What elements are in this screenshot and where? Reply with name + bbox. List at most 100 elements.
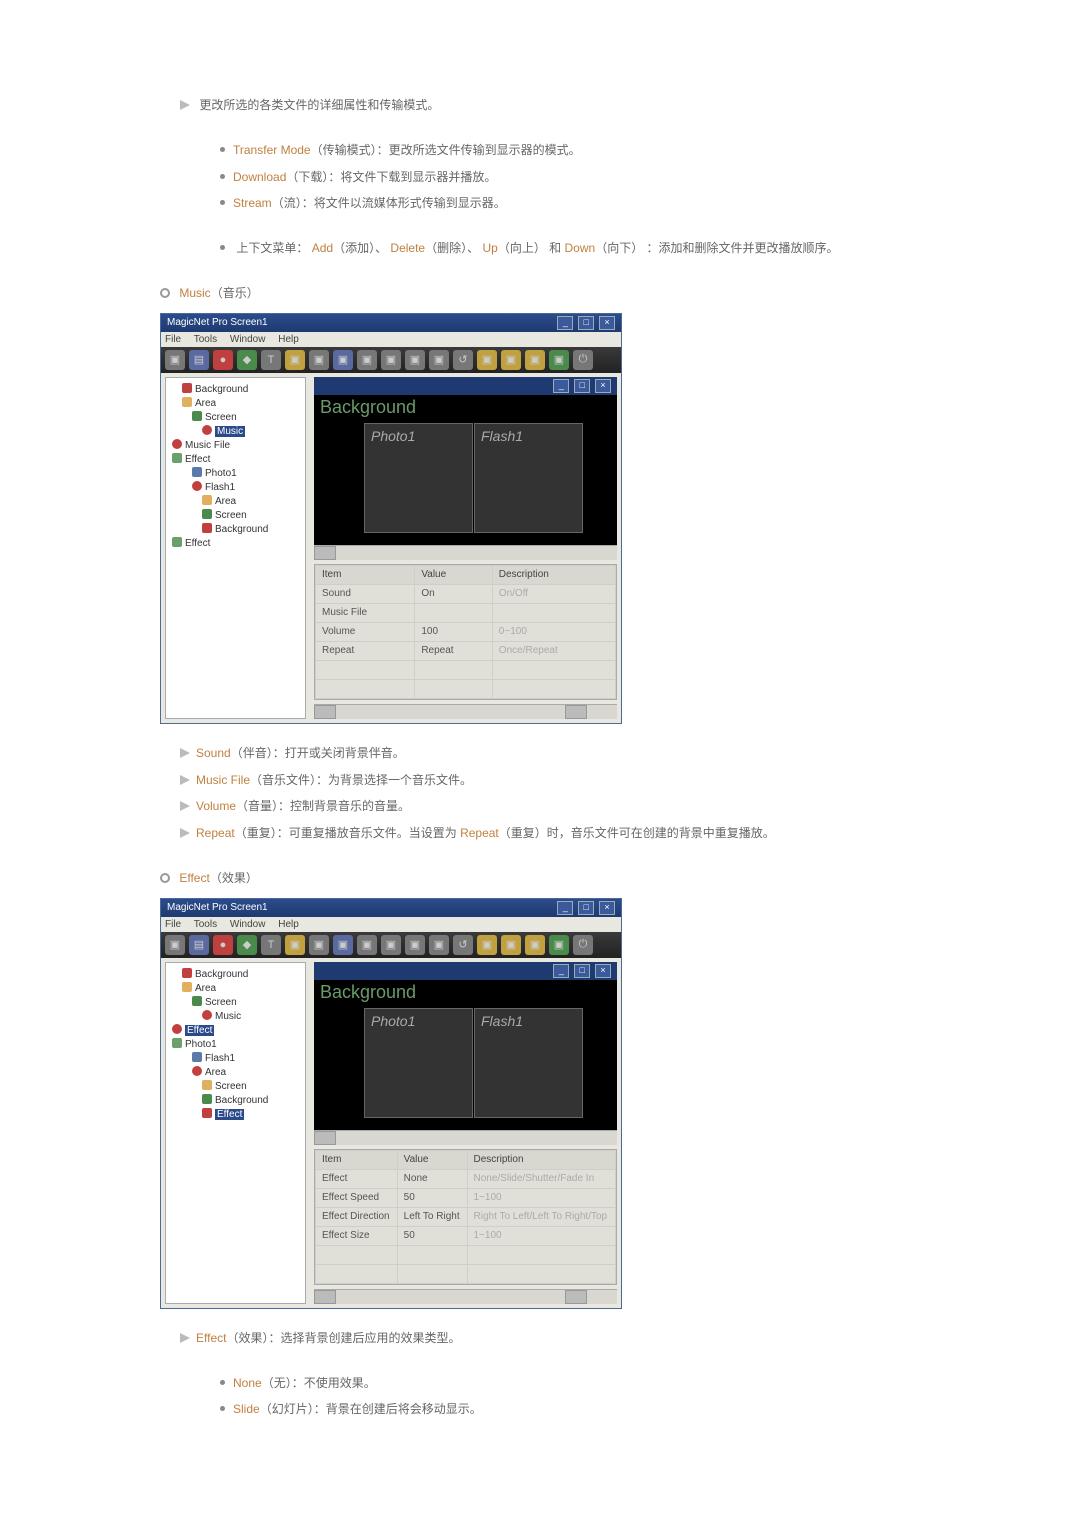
photo-card[interactable]: Photo1 [364,423,473,533]
tb-icon[interactable]: ▤ [189,350,209,370]
inner-max-button[interactable]: □ [574,379,590,393]
tree-node[interactable]: Area [178,981,303,995]
tree-node[interactable]: Background [198,522,303,536]
tree-node[interactable]: Background [178,967,303,981]
h-scrollbar[interactable] [314,1130,617,1145]
tb-icon[interactable]: ▣ [165,935,185,955]
tb-icon[interactable]: ▣ [501,935,521,955]
grid-row[interactable]: Effect Size501~100 [316,1226,616,1245]
tree-node[interactable]: Photo1 [168,1037,303,1051]
close-button[interactable]: × [599,901,615,915]
tb-icon[interactable]: ▣ [381,350,401,370]
inner-min-button[interactable]: _ [553,964,569,978]
photo-card[interactable]: Photo1 [364,1008,473,1118]
menu-help[interactable]: Help [278,334,299,345]
grid-cell[interactable]: None [397,1169,467,1188]
tb-icon[interactable]: ▣ [333,935,353,955]
canvas-area[interactable]: Background Photo1 Flash1 [314,980,617,1130]
tb-icon[interactable]: ▣ [477,935,497,955]
tree-panel[interactable]: BackgroundAreaScreenMusicEffectPhoto1Fla… [165,962,306,1304]
tb-icon[interactable]: ↺ [453,350,473,370]
grid-row[interactable]: EffectNoneNone/Slide/Shutter/Fade In [316,1169,616,1188]
tb-icon[interactable]: ▤ [189,935,209,955]
tree-node[interactable]: Photo1 [188,466,303,480]
tb-icon[interactable]: ▣ [477,350,497,370]
tb-icon[interactable]: ▣ [501,350,521,370]
tree-node[interactable]: Area [178,396,303,410]
grid-cell[interactable]: Left To Right [397,1207,467,1226]
grid-cell[interactable]: 50 [397,1188,467,1207]
grid-cell[interactable] [415,603,492,622]
tree-node[interactable]: Music [198,424,303,438]
grid-row[interactable]: Effect DirectionLeft To RightRight To Le… [316,1207,616,1226]
menu-file[interactable]: File [165,919,181,930]
tb-icon[interactable]: ▣ [333,350,353,370]
inner-max-button[interactable]: □ [574,964,590,978]
grid-cell[interactable]: Repeat [415,641,492,660]
tb-icon[interactable]: ▣ [357,350,377,370]
grid-scrollbar[interactable] [314,704,617,719]
tree-node[interactable]: Effect [168,1023,303,1037]
inner-close-button[interactable]: × [595,379,611,393]
tree-node[interactable]: Screen [198,1079,303,1093]
tb-icon[interactable]: ▣ [357,935,377,955]
grid-cell[interactable]: 50 [397,1226,467,1245]
tb-icon[interactable]: ▣ [285,350,305,370]
tb-icon[interactable]: ▣ [525,350,545,370]
tb-icon[interactable]: ● [213,935,233,955]
grid-row[interactable]: Volume1000~100 [316,622,616,641]
tree-node[interactable]: Music File [168,438,303,452]
tb-icon[interactable]: ▣ [405,935,425,955]
tb-icon[interactable]: ▣ [429,350,449,370]
tb-icon[interactable]: ● [213,350,233,370]
inner-close-button[interactable]: × [595,964,611,978]
tb-icon[interactable]: ▣ [309,935,329,955]
h-scrollbar[interactable] [314,545,617,560]
tb-icon[interactable]: ▣ [429,935,449,955]
tb-icon[interactable]: ▣ [549,350,569,370]
menu-window[interactable]: Window [230,919,266,930]
tb-icon[interactable]: ▣ [405,350,425,370]
tree-node[interactable]: Music [198,1009,303,1023]
flash-card[interactable]: Flash1 [474,1008,583,1118]
tree-node[interactable]: Screen [188,410,303,424]
maximize-button[interactable]: □ [578,901,594,915]
tb-icon[interactable]: ▣ [525,935,545,955]
tree-node[interactable]: Area [188,1065,303,1079]
property-grid[interactable]: ItemValueDescriptionEffectNoneNone/Slide… [314,1149,617,1285]
tb-icon[interactable]: ↺ [453,935,473,955]
minimize-button[interactable]: _ [557,901,573,915]
menu-help[interactable]: Help [278,919,299,930]
grid-row[interactable]: Effect Speed501~100 [316,1188,616,1207]
tb-icon[interactable]: ▣ [285,935,305,955]
grid-cell[interactable]: 100 [415,622,492,641]
tree-node[interactable]: Flash1 [188,480,303,494]
tb-icon[interactable]: ▣ [549,935,569,955]
tree-node[interactable]: Effect [198,1107,303,1121]
flash-card[interactable]: Flash1 [474,423,583,533]
tree-node[interactable]: Background [198,1093,303,1107]
tree-panel[interactable]: BackgroundAreaScreenMusicMusic FileEffec… [165,377,306,719]
menu-tools[interactable]: Tools [194,334,217,345]
tree-node[interactable]: Background [178,382,303,396]
canvas-area[interactable]: Background Photo1 Flash1 [314,395,617,545]
tb-power-icon[interactable]: ⏻ [573,350,593,370]
tb-text-icon[interactable]: T [261,935,281,955]
tb-icon[interactable]: ▣ [309,350,329,370]
close-button[interactable]: × [599,316,615,330]
tb-icon[interactable]: ▣ [381,935,401,955]
tree-node[interactable]: Flash1 [188,1051,303,1065]
grid-cell[interactable]: On [415,584,492,603]
grid-scrollbar[interactable] [314,1289,617,1304]
tree-node[interactable]: Screen [188,995,303,1009]
tb-power-icon[interactable]: ⏻ [573,935,593,955]
tb-icon[interactable]: ▣ [165,350,185,370]
inner-min-button[interactable]: _ [553,379,569,393]
tb-text-icon[interactable]: T [261,350,281,370]
grid-row[interactable]: SoundOnOn/Off [316,584,616,603]
tree-node[interactable]: Screen [198,508,303,522]
tree-node[interactable]: Effect [168,536,303,550]
grid-row[interactable]: RepeatRepeatOnce/Repeat [316,641,616,660]
maximize-button[interactable]: □ [578,316,594,330]
menu-tools[interactable]: Tools [194,919,217,930]
